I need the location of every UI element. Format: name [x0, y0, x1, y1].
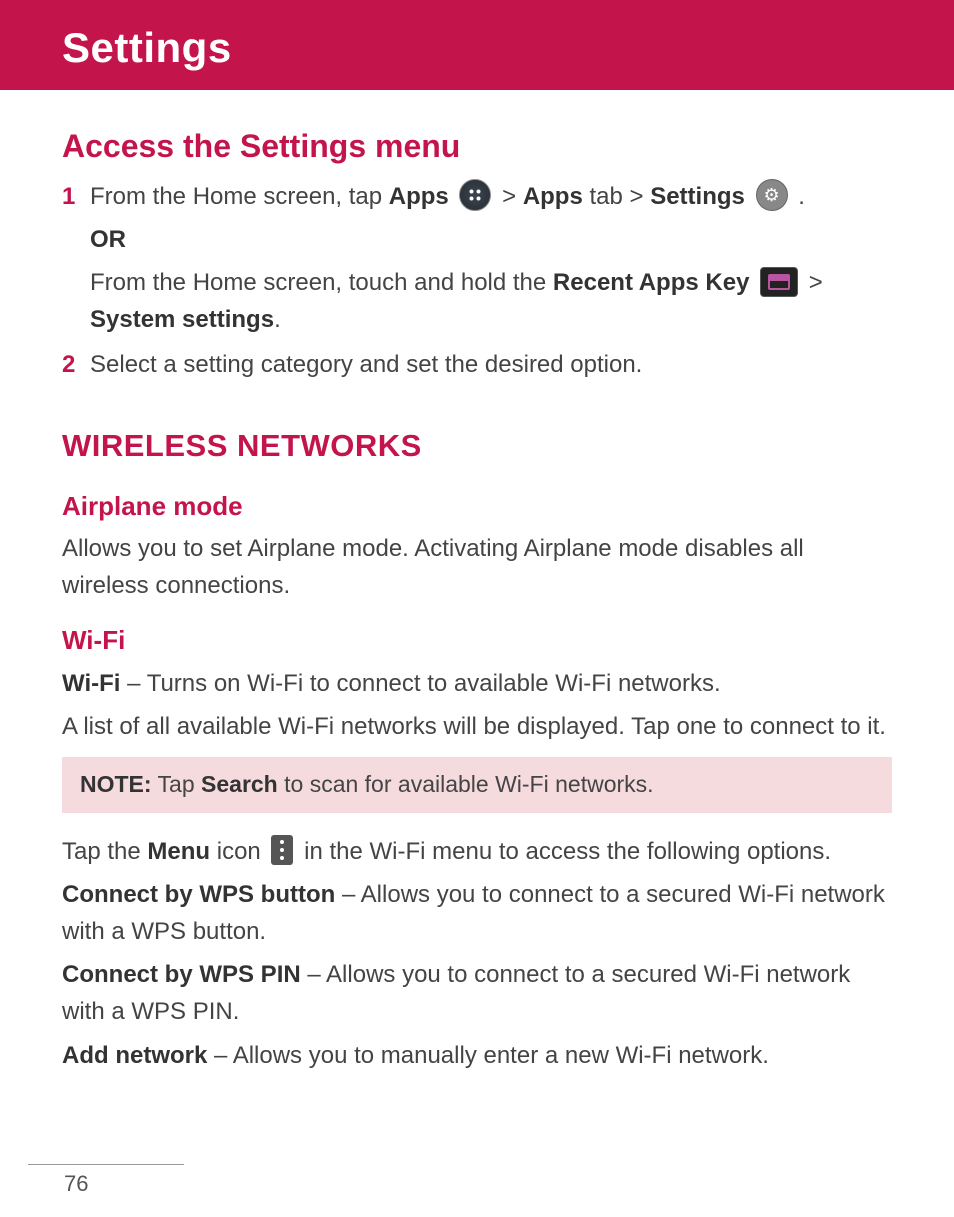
page-title: Settings: [62, 24, 924, 72]
opt-label: Connect by WPS PIN: [62, 961, 301, 988]
step1-line1: From the Home screen, tap Apps > Apps ta…: [90, 183, 805, 210]
step-1: 1 From the Home screen, tap Apps > Apps …: [62, 178, 892, 339]
step-number: 1: [62, 178, 75, 215]
page-number: 76: [28, 1164, 184, 1197]
text: From the Home screen, tap: [90, 183, 389, 210]
steps-list: 1 From the Home screen, tap Apps > Apps …: [62, 178, 892, 384]
recent-apps-label: Recent Apps Key: [553, 269, 750, 296]
separator: >: [802, 269, 823, 296]
search-label: Search: [201, 771, 278, 797]
wifi-line2: A list of all available Wi-Fi networks w…: [62, 708, 892, 745]
text: tab >: [583, 183, 650, 210]
note-label: NOTE:: [80, 771, 152, 797]
apps-label: Apps: [389, 183, 449, 210]
text: – Turns on Wi-Fi to connect to available…: [120, 670, 720, 697]
settings-label: Settings: [650, 183, 745, 210]
subheading-wifi: Wi-Fi: [62, 620, 892, 660]
text: .: [274, 306, 281, 333]
text: – Allows you to manually enter a new Wi-…: [207, 1042, 769, 1069]
step-2: 2 Select a setting category and set the …: [62, 346, 892, 383]
wifi-opt3: Add network – Allows you to manually ent…: [62, 1037, 892, 1074]
note-box: NOTE: Tap Search to scan for available W…: [62, 757, 892, 813]
menu-label: Menu: [147, 838, 210, 865]
text: in the Wi-Fi menu to access the followin…: [297, 838, 831, 865]
wifi-line1: Wi-Fi – Turns on Wi-Fi to connect to ava…: [62, 665, 892, 702]
text: Tap the: [62, 838, 147, 865]
or-label: OR: [90, 221, 892, 258]
menu-dots-icon: [271, 835, 293, 865]
step-number: 2: [62, 346, 75, 383]
opt-label: Add network: [62, 1042, 207, 1069]
system-settings-label: System settings: [90, 306, 274, 333]
text: Tap: [152, 771, 201, 797]
wifi-menu-line: Tap the Menu icon in the Wi-Fi menu to a…: [62, 833, 892, 870]
recent-apps-icon: [760, 267, 798, 297]
wifi-opt1: Connect by WPS button – Allows you to co…: [62, 876, 892, 950]
apps-tab-label: Apps: [523, 183, 583, 210]
apps-icon: [459, 179, 491, 211]
wifi-bold: Wi-Fi: [62, 670, 120, 697]
opt-label: Connect by WPS button: [62, 881, 335, 908]
section-heading-access: Access the Settings menu: [62, 122, 892, 172]
text: icon: [210, 838, 267, 865]
airplane-text: Allows you to set Airplane mode. Activat…: [62, 530, 892, 604]
text: .: [792, 183, 805, 210]
page-body: Access the Settings menu 1 From the Home…: [0, 90, 954, 1104]
subheading-airplane: Airplane mode: [62, 486, 892, 526]
step1-line2: From the Home screen, touch and hold the…: [90, 264, 892, 338]
wifi-opt2: Connect by WPS PIN – Allows you to conne…: [62, 956, 892, 1030]
gear-icon: [756, 179, 788, 211]
separator: >: [495, 183, 522, 210]
text: From the Home screen, touch and hold the: [90, 269, 553, 296]
page-header: Settings: [0, 0, 954, 90]
step2-text: Select a setting category and set the de…: [90, 351, 642, 378]
section-heading-wireless: WIRELESS NETWORKS: [62, 422, 892, 470]
text: to scan for available Wi-Fi networks.: [278, 771, 654, 797]
